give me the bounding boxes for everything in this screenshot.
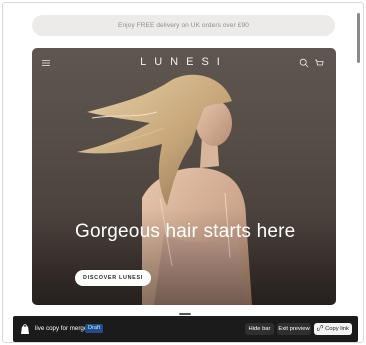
discover-button[interactable]: DISCOVER LUNESI	[75, 270, 151, 286]
announcement-bar: Enjoy FREE delivery on UK orders over £9…	[32, 15, 335, 36]
hero-banner: LUNESI Gorgeous hair starts here DISCOVE…	[32, 48, 336, 305]
search-icon[interactable]	[299, 58, 309, 68]
preview-bar: live copy for merge Draft Hide bar Exit …	[13, 316, 358, 342]
copy-link-button[interactable]: Copy link	[314, 323, 352, 335]
link-icon	[317, 325, 324, 331]
cart-icon[interactable]	[314, 58, 324, 68]
storefront-preview-frame: Enjoy FREE delivery on UK orders over £9…	[2, 2, 364, 343]
hide-bar-button[interactable]: Hide bar	[245, 323, 274, 335]
theme-name: live copy for merge	[35, 325, 88, 332]
hero-headline: Gorgeous hair starts here	[75, 221, 296, 242]
shopify-bag-icon	[21, 324, 29, 334]
drag-handle[interactable]	[179, 313, 191, 315]
hero-image	[32, 74, 336, 305]
brand-logo[interactable]: LUNESI	[32, 56, 336, 68]
copy-link-label: Copy link	[325, 326, 349, 332]
scrollbar[interactable]	[357, 13, 360, 63]
draft-badge: Draft	[85, 324, 104, 333]
exit-preview-button[interactable]: Exit preview	[277, 323, 311, 335]
